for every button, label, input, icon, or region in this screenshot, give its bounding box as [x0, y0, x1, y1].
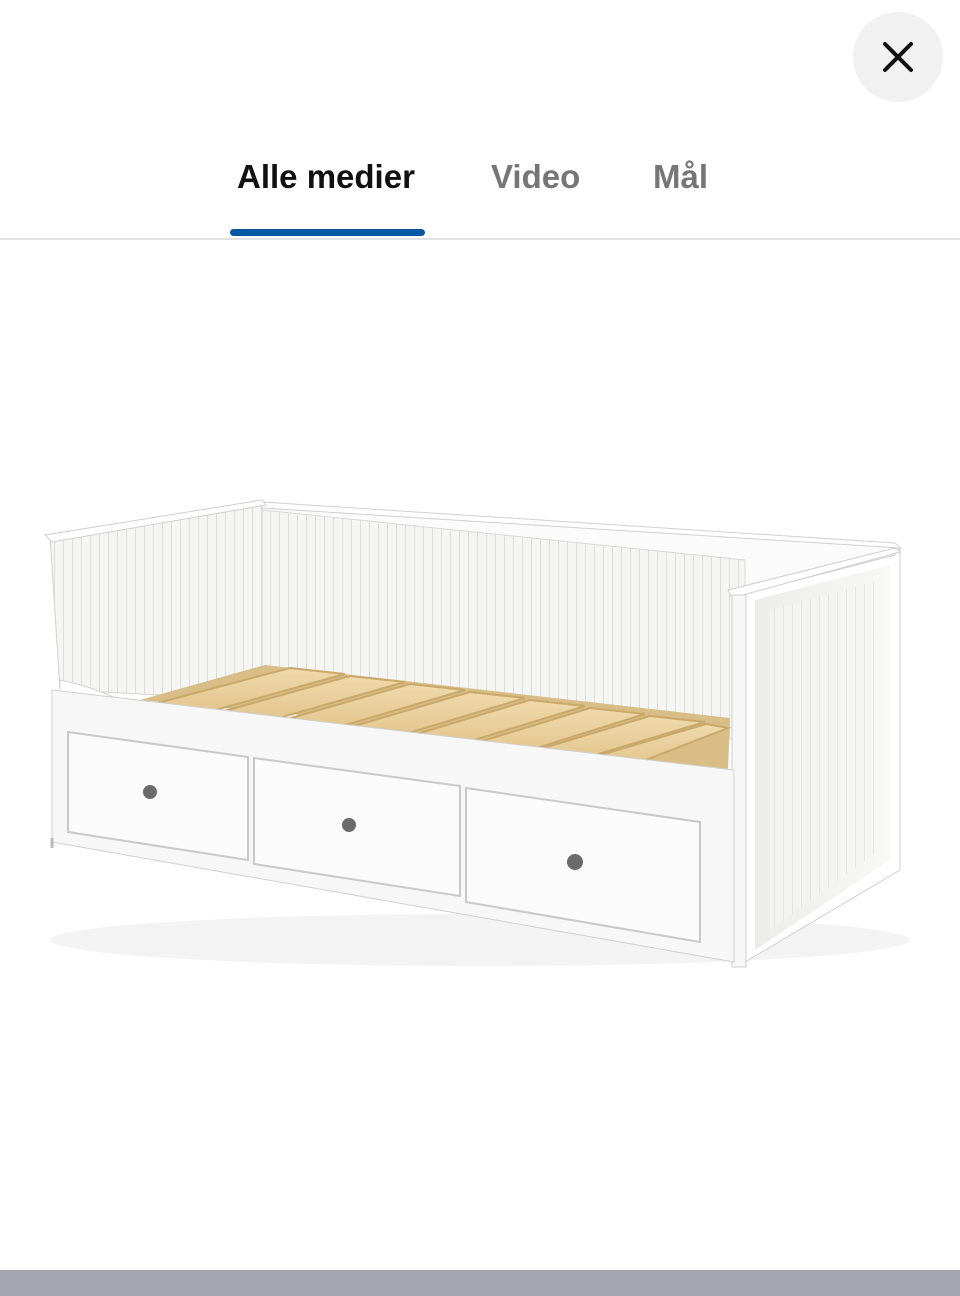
- tab-video[interactable]: Video: [491, 158, 580, 196]
- daybed-illustration: [43, 499, 910, 968]
- bottom-bar: [0, 1270, 960, 1296]
- close-button[interactable]: [853, 12, 943, 102]
- close-icon: [883, 42, 913, 72]
- tab-all-media[interactable]: Alle medier: [237, 158, 415, 196]
- tab-dimensions[interactable]: Mål: [653, 158, 708, 196]
- product-image[interactable]: [0, 240, 960, 1270]
- media-viewer: Alle medier Video Mål: [0, 0, 960, 1296]
- media-tabs: Alle medier Video Mål: [0, 150, 960, 240]
- active-tab-indicator: [230, 229, 425, 236]
